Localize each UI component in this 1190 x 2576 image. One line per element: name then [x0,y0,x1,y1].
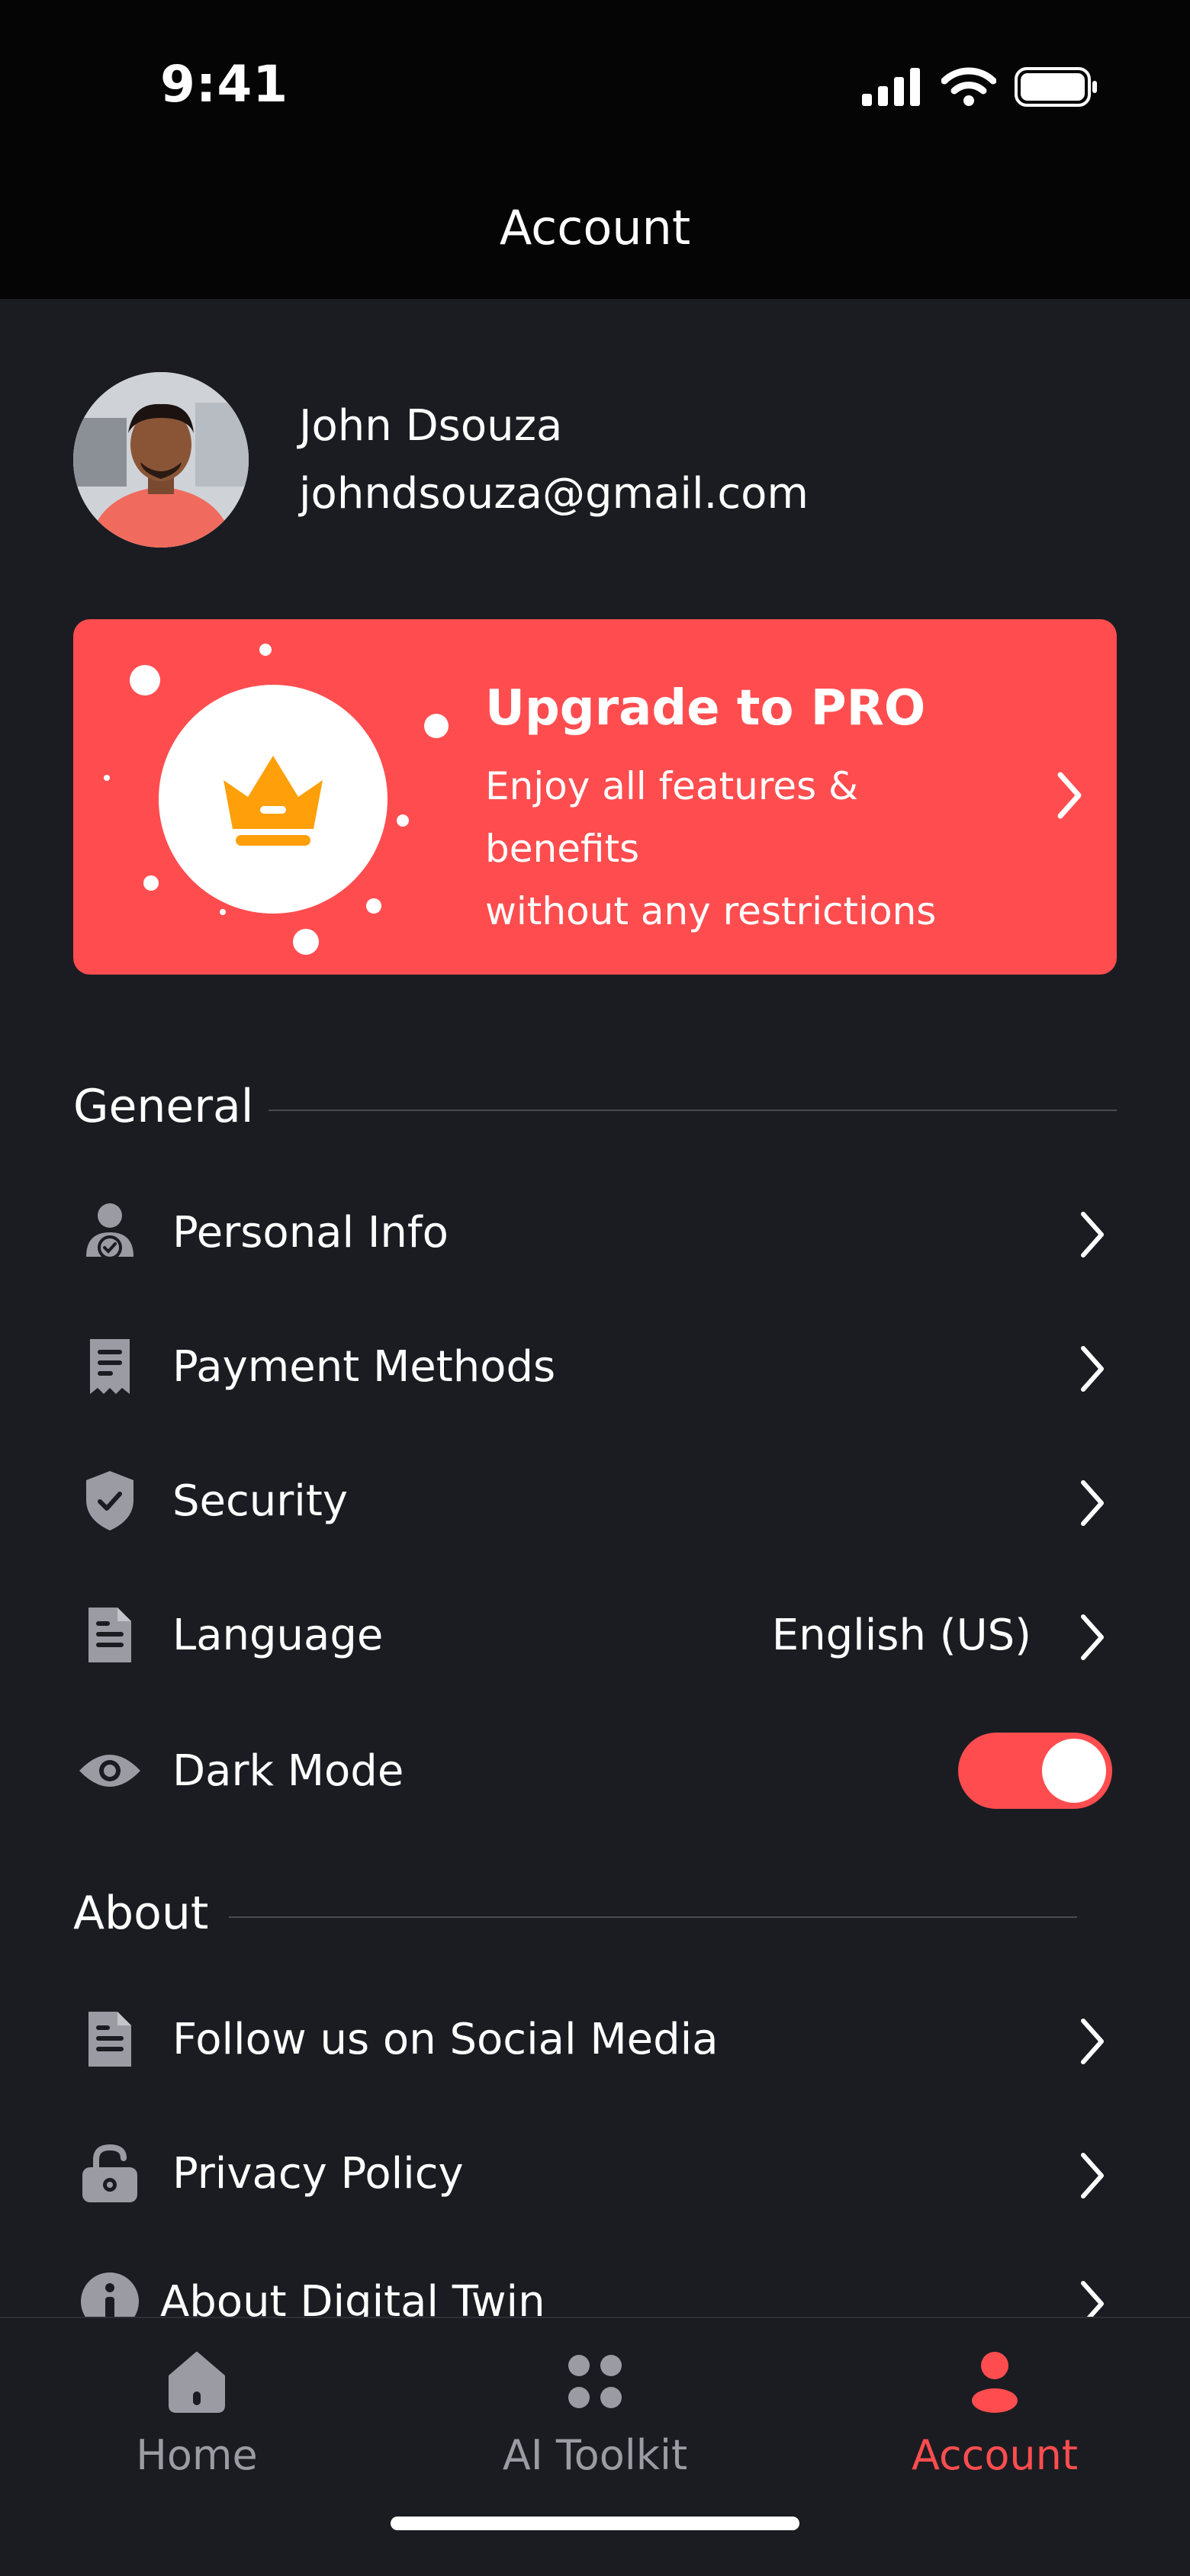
status-time: 9:41 [160,55,289,114]
page-title: Account [499,200,691,255]
section-general-title: General [73,1080,254,1133]
section-divider [269,1110,1117,1111]
profile-email: johndsouza@gmail.com [299,469,809,519]
menu-item-label: Language [172,1610,384,1660]
section-about-title: About [73,1887,209,1940]
crown-icon [224,756,323,846]
signal-icon [862,68,920,106]
decor-dot [130,665,160,695]
status-icons [862,67,1098,107]
upgrade-subtitle-line: without any restrictions [485,889,937,933]
battery-icon [1015,67,1097,107]
menu-item-label: Payment Methods [172,1341,556,1392]
eye-icon [73,1734,146,1807]
home-indicator [391,2517,799,2530]
tab-home[interactable]: Home [44,2349,349,2479]
person-check-icon [73,1196,146,1269]
upgrade-subtitle: Enjoy all features & benefits without an… [485,755,1019,943]
receipt-icon [73,1330,146,1403]
decor-dot [397,814,409,827]
chevron-right-icon [1081,1614,1104,1660]
upgrade-pro-banner[interactable]: Upgrade to PRO Enjoy all features & bene… [73,619,1117,975]
menu-item-security[interactable]: Security [73,1455,1117,1547]
decor-dot [104,775,110,781]
shield-check-icon [73,1464,146,1537]
wifi-icon [941,67,996,106]
home-icon [169,2352,225,2413]
menu-item-label: Privacy Policy [172,2148,464,2199]
dark-mode-toggle[interactable] [958,1733,1112,1809]
avatar [73,372,249,548]
language-value: English (US) [771,1610,1031,1660]
menu-item-language[interactable]: Language English (US) [73,1589,1117,1681]
tab-label: Home [136,2431,258,2479]
profile-name: John Dsouza [299,401,563,451]
upgrade-title: Upgrade to PRO [485,680,926,737]
lock-icon [73,2137,146,2210]
menu-item-payment-methods[interactable]: Payment Methods [73,1321,1117,1412]
document-icon [73,1598,146,1672]
top-bar: 9:41 Account [0,0,1190,299]
chevron-right-icon [1081,2153,1104,2199]
chevron-right-icon [1081,1480,1104,1526]
menu-item-social-media[interactable]: Follow us on Social Media [73,1993,1117,2085]
tab-account[interactable]: Account [842,2349,1147,2479]
profile-card[interactable]: John Dsouza johndsouza@gmail.com [73,372,809,548]
upgrade-subtitle-line: Enjoy all features & benefits [485,764,859,871]
tab-label: Account [911,2431,1079,2479]
menu-item-label: Personal Info [172,1207,449,1257]
chevron-right-icon [1081,2019,1104,2064]
document-icon [73,2003,146,2076]
chevron-right-icon [1081,1346,1104,1392]
decor-dot [259,644,272,656]
menu-item-privacy-policy[interactable]: Privacy Policy [73,2128,1117,2219]
toggle-knob [1042,1739,1106,1803]
decor-dot [220,909,226,915]
menu-item-personal-info[interactable]: Personal Info [73,1187,1117,1278]
chevron-right-icon [1057,772,1082,819]
menu-item-label: Security [172,1476,348,1526]
decor-dot [424,714,449,738]
chevron-right-icon [1081,1212,1104,1257]
grid-dots-icon [568,2355,622,2408]
decor-dot [143,875,159,891]
menu-item-label: Follow us on Social Media [172,2014,719,2064]
decor-dot [366,898,381,914]
tab-ai-toolkit[interactable]: AI Toolkit [442,2349,748,2479]
person-icon [972,2352,1018,2413]
crown-badge [159,685,388,914]
decor-dot [293,929,319,955]
section-divider [229,1916,1077,1918]
bottom-tab-bar: Home AI Toolkit Account [0,2317,1190,2576]
tab-label: AI Toolkit [502,2431,688,2479]
menu-item-dark-mode: Dark Mode [73,1725,1117,1816]
